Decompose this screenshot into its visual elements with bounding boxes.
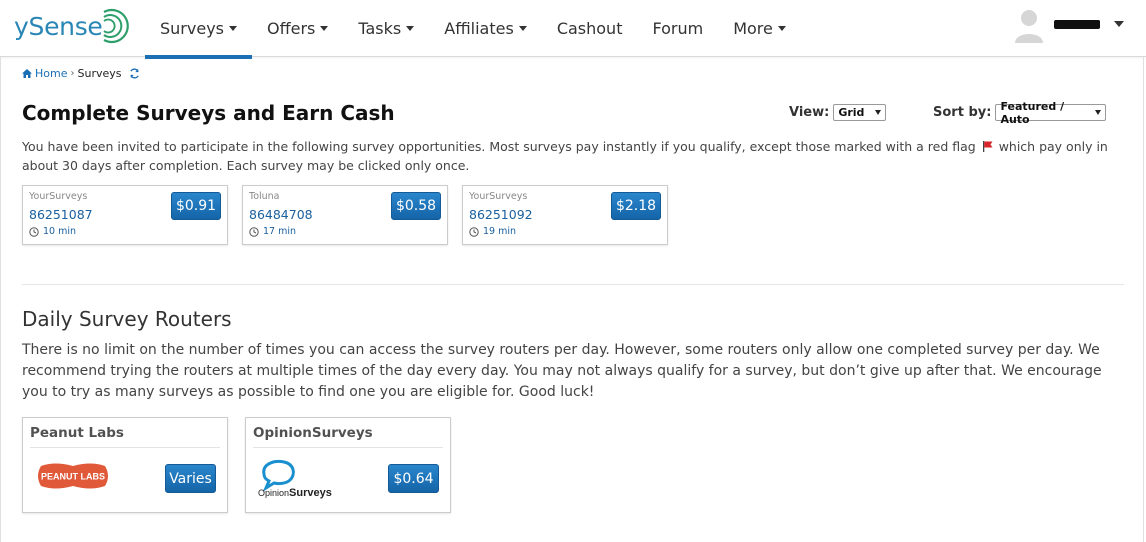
page-border-left: [0, 57, 1, 542]
nav-more-label: More: [733, 19, 773, 38]
chevron-down-icon: [1114, 21, 1124, 27]
red-flag-icon: [982, 141, 993, 152]
opinion-surveys-logo: OpinionSurveys: [256, 458, 342, 504]
nav-offers-label: Offers: [267, 19, 316, 38]
survey-payout-button[interactable]: $0.58: [391, 192, 441, 220]
section-divider: [22, 284, 1124, 285]
survey-duration-text: 10 min: [43, 226, 77, 237]
breadcrumb-home-label: Home: [35, 67, 68, 80]
router-payout-button[interactable]: $0.64: [388, 464, 439, 493]
nav-forum-label: Forum: [652, 19, 704, 38]
nav-offers[interactable]: Offers: [252, 0, 343, 57]
routers-description: There is no limit on the number of times…: [22, 342, 1102, 400]
logo-rings-icon: [102, 8, 129, 44]
survey-id: 86251092: [469, 207, 533, 222]
survey-card[interactable]: Toluna 86484708 17 min $0.58: [242, 185, 448, 245]
view-select[interactable]: Grid: [833, 104, 887, 121]
survey-payout-button[interactable]: $0.91: [171, 192, 221, 220]
refresh-icon[interactable]: [129, 68, 140, 79]
page-border-right: [1143, 57, 1144, 542]
router-divider: [253, 447, 443, 448]
router-card-opinion-surveys[interactable]: OpinionSurveys OpinionSurveys $0.64: [245, 417, 451, 513]
user-name: Pamena: [1054, 19, 1100, 29]
sort-select-value: Featured / Auto: [1000, 99, 1065, 126]
nav-surveys-label: Surveys: [160, 19, 224, 38]
user-silhouette-icon: [1015, 10, 1043, 43]
nav-affiliates-label: Affiliates: [444, 19, 514, 38]
nav-tasks[interactable]: Tasks: [343, 0, 429, 57]
router-card-peanut-labs[interactable]: Peanut Labs PEANUT LABS Varies: [22, 417, 228, 513]
opinion-logo-text-2: Surveys: [289, 487, 332, 499]
view-control: View: Grid: [789, 104, 887, 121]
chevron-down-icon: [518, 26, 527, 31]
sort-select[interactable]: Featured / Auto: [995, 100, 1107, 126]
survey-id: 86251087: [29, 207, 93, 222]
svg-text:OpinionSurveys: OpinionSurveys: [258, 487, 332, 499]
survey-provider: YourSurveys: [469, 191, 528, 202]
routers-title: Daily Survey Routers: [22, 307, 232, 331]
top-navbar: ySense Surveys Offers Tasks Affiliates C…: [0, 0, 1146, 59]
router-payout-button[interactable]: Varies: [165, 464, 216, 493]
chevron-down-icon: [875, 110, 882, 115]
home-icon: [22, 69, 32, 78]
nav-forum[interactable]: Forum: [637, 0, 718, 57]
surveys-intro: You have been invited to participate in …: [22, 137, 1122, 175]
opinion-logo-text-1: Opinion: [258, 488, 289, 498]
sort-control: Sort by: Featured / Auto: [933, 100, 1107, 126]
chevron-down-icon: [1095, 110, 1102, 115]
nav-tasks-label: Tasks: [358, 19, 402, 38]
breadcrumb-current: Surveys: [77, 67, 122, 80]
intro-text-part1: You have been invited to participate in …: [22, 139, 976, 154]
router-divider: [30, 447, 220, 448]
view-select-value: Grid: [838, 106, 865, 119]
chevron-down-icon: [229, 26, 237, 31]
nav-cashout-label: Cashout: [556, 19, 623, 38]
chevron-down-icon: [320, 26, 329, 31]
nav-surveys[interactable]: Surveys: [145, 0, 252, 59]
nav-affiliates[interactable]: Affiliates: [429, 0, 542, 57]
survey-payout-button[interactable]: $2.18: [611, 192, 661, 220]
chevron-down-icon: [777, 26, 786, 31]
sort-label: Sort by:: [933, 105, 992, 120]
breadcrumb: Home › Surveys: [22, 67, 140, 80]
survey-provider: Toluna: [249, 191, 280, 202]
clock-icon: [249, 226, 259, 237]
peanut-labs-logo-text: PEANUT LABS: [41, 472, 105, 482]
survey-duration-text: 19 min: [483, 226, 517, 237]
avatar: [1012, 5, 1046, 43]
breadcrumb-home[interactable]: Home: [22, 67, 67, 80]
survey-duration-text: 17 min: [263, 226, 297, 237]
survey-duration: 17 min: [249, 226, 296, 237]
logo-text: ySense: [14, 11, 103, 41]
user-menu[interactable]: Pamena: [1012, 4, 1124, 44]
view-label: View:: [789, 105, 830, 120]
router-name: Peanut Labs: [30, 425, 124, 441]
breadcrumb-separator: ›: [70, 68, 75, 79]
clock-icon: [469, 226, 479, 237]
survey-id: 86484708: [249, 207, 313, 222]
clock-icon: [29, 226, 39, 237]
survey-card[interactable]: YourSurveys 86251087 10 min $0.91: [22, 185, 228, 245]
chevron-down-icon: [406, 26, 415, 31]
survey-provider: YourSurveys: [29, 191, 88, 202]
survey-card[interactable]: YourSurveys 86251092 19 min $2.18: [462, 185, 668, 245]
survey-duration: 19 min: [469, 226, 516, 237]
page-title: Complete Surveys and Earn Cash: [22, 101, 395, 125]
ysense-logo[interactable]: ySense: [14, 6, 130, 46]
nav-cashout[interactable]: Cashout: [542, 0, 638, 57]
peanut-labs-logo: PEANUT LABS: [35, 460, 111, 496]
nav-more[interactable]: More: [718, 0, 801, 57]
survey-duration: 10 min: [29, 226, 76, 237]
router-name: OpinionSurveys: [253, 425, 373, 441]
main-nav: Surveys Offers Tasks Affiliates Cashout …: [145, 0, 801, 59]
